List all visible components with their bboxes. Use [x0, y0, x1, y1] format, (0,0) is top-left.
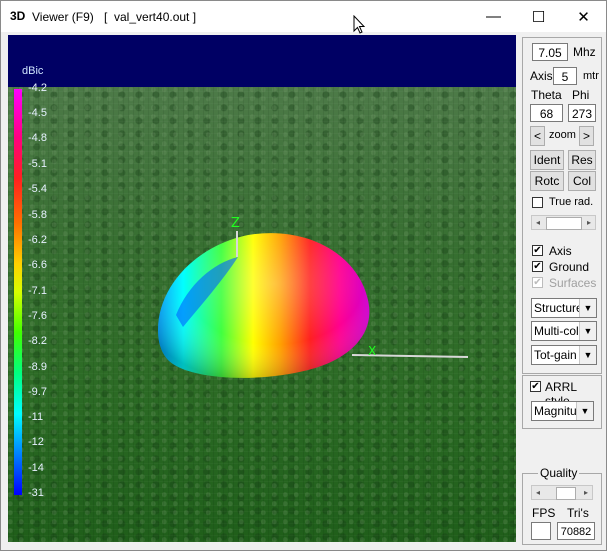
- true-rad-label: True rad.: [549, 196, 594, 208]
- axis-length-label: Axis: [530, 69, 553, 83]
- mouse-cursor-icon: [353, 15, 366, 34]
- slider-left-arrow-icon[interactable]: ◂: [532, 486, 544, 499]
- chevron-down-icon[interactable]: ▼: [576, 402, 593, 420]
- surfaces-checkbox-label: Surfaces: [549, 276, 597, 290]
- axis-checkbox-label: Axis: [549, 244, 572, 258]
- radiation-pattern-3d: Z X: [158, 216, 469, 378]
- axis-checkbox[interactable]: ✔: [532, 245, 543, 256]
- true-rad-slider[interactable]: ◂ ▸: [531, 215, 596, 230]
- quality-label: Quality: [538, 466, 580, 480]
- quality-slider[interactable]: ◂ ▸: [531, 485, 593, 500]
- fps-value: [531, 522, 551, 540]
- zoom-in-button[interactable]: >: [579, 126, 594, 146]
- axis-length-unit: mtr: [583, 70, 599, 82]
- theta-label: Theta: [531, 88, 562, 102]
- control-panel: 7.05 Mhz Axis 5 mtr Theta Phi 68 273 < z…: [522, 37, 602, 545]
- theta-input[interactable]: 68: [530, 104, 563, 122]
- chevron-down-icon[interactable]: ▼: [579, 322, 596, 340]
- phi-input[interactable]: 273: [568, 104, 596, 122]
- res-button[interactable]: Res: [568, 150, 596, 170]
- ground-checkbox-label: Ground: [549, 260, 590, 274]
- structure-select-value: Structure: [534, 301, 583, 315]
- frequency-unit: Mhz: [573, 45, 596, 59]
- fps-label: FPS: [532, 506, 556, 520]
- frequency-input[interactable]: 7.05: [532, 43, 568, 61]
- rotc-button[interactable]: Rotc: [530, 171, 564, 191]
- zoom-label: zoom: [549, 129, 576, 141]
- window-file-name: [ val_vert40.out ]: [104, 10, 197, 24]
- x-axis-label: X: [368, 344, 376, 358]
- slider-right-arrow-icon[interactable]: ▸: [580, 486, 592, 499]
- z-axis-label: Z: [231, 216, 240, 231]
- quality-slider-thumb[interactable]: [556, 487, 576, 500]
- minimize-button[interactable]: —: [471, 1, 516, 32]
- chevron-down-icon[interactable]: ▼: [579, 299, 596, 317]
- ground-checkbox[interactable]: ✔: [532, 261, 543, 272]
- zoom-out-button[interactable]: <: [530, 126, 545, 146]
- close-button[interactable]: ✕: [561, 1, 606, 32]
- axis-length-input[interactable]: 5: [553, 67, 577, 85]
- chevron-down-icon[interactable]: ▼: [579, 346, 596, 364]
- gain-select-value: Tot-gain: [534, 348, 577, 362]
- arrl-style-checkbox[interactable]: ✔: [530, 381, 541, 392]
- slider-left-arrow-icon[interactable]: ◂: [532, 216, 544, 229]
- window-title: Viewer (F9): [32, 10, 94, 24]
- title-bar[interactable]: 3D Viewer (F9) [ val_vert40.out ] — ☐ ✕: [1, 1, 606, 32]
- viewer-window: 3D Viewer (F9) [ val_vert40.out ] — ☐ ✕ …: [0, 0, 607, 551]
- gain-select[interactable]: Tot-gain ▼: [531, 345, 597, 365]
- color-mode-value: Multi-colo: [534, 324, 586, 338]
- app-3d-icon: 3D: [10, 9, 26, 23]
- maximize-button[interactable]: ☐: [516, 1, 561, 32]
- tris-value: 70882: [557, 522, 595, 540]
- col-button[interactable]: Col: [568, 171, 596, 191]
- phi-label: Phi: [572, 88, 590, 102]
- color-mode-select[interactable]: Multi-colo ▼: [531, 321, 597, 341]
- tris-label: Tri's: [567, 506, 589, 520]
- slider-thumb[interactable]: [546, 217, 582, 230]
- magnitude-select[interactable]: Magnituc ▼: [531, 401, 594, 421]
- true-rad-checkbox[interactable]: [532, 197, 543, 208]
- slider-right-arrow-icon[interactable]: ▸: [583, 216, 595, 229]
- 3d-viewport[interactable]: dBic -4.2 -4.5 -4.8 -5.1 -5.4 -5.8 -6.2 …: [8, 35, 516, 542]
- structure-select[interactable]: Structure ▼: [531, 298, 597, 318]
- ident-button[interactable]: Ident: [530, 150, 564, 170]
- surfaces-checkbox[interactable]: ✔: [532, 277, 543, 288]
